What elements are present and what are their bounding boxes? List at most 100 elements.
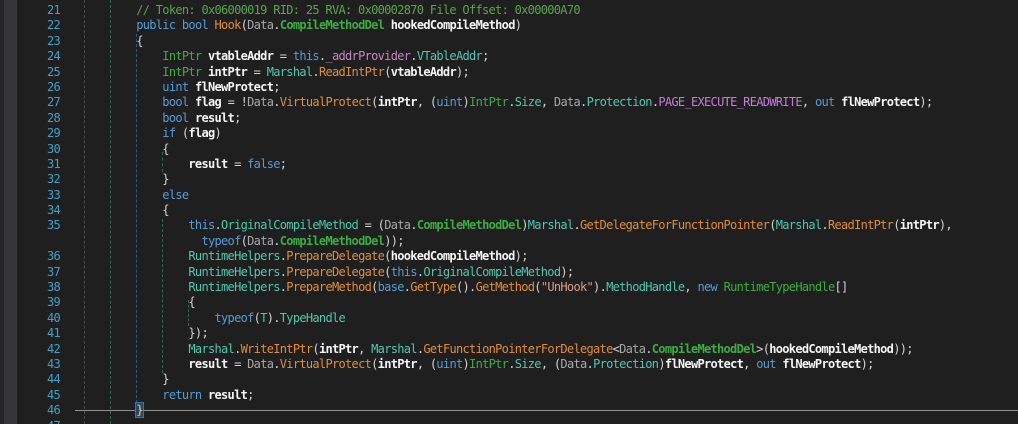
- code-line[interactable]: 21 // Token: 0x06000019 RID: 25 RVA: 0x0…: [0, 3, 1018, 18]
- code-line[interactable]: 35 this.OriginalCompileMethod = (Data.Co…: [0, 218, 1018, 233]
- token-gb: CompileMethodDel: [280, 234, 384, 248]
- code-line[interactable]: 45 return result;: [0, 388, 1018, 403]
- line-number[interactable]: 22: [0, 18, 60, 33]
- line-number[interactable]: 41: [0, 326, 60, 341]
- token-v: hookedCompileMethod: [391, 18, 515, 32]
- line-number[interactable]: 43: [0, 357, 60, 372]
- line-number[interactable]: 32: [0, 172, 60, 187]
- code-line[interactable]: 38 RuntimeHelpers.PrepareMethod(base.Get…: [0, 280, 1018, 295]
- code-line[interactable]: 27 bool flag = !Data.VirtualProtect(intP…: [0, 95, 1018, 110]
- line-number[interactable]: 27: [0, 95, 60, 110]
- token-d: {: [162, 203, 169, 217]
- line-number[interactable]: 39: [0, 295, 60, 310]
- code-line[interactable]: 39 {: [0, 295, 1018, 310]
- token-d: {: [188, 295, 195, 309]
- code-line[interactable]: 24 IntPtr vtableAddr = this._addrProvide…: [0, 49, 1018, 64]
- code-line[interactable]: 47: [0, 419, 1018, 424]
- line-number[interactable]: 24: [0, 49, 60, 64]
- line-number[interactable]: 44: [0, 372, 60, 387]
- token-t: Marshal: [776, 218, 822, 232]
- line-number[interactable]: 37: [0, 265, 60, 280]
- code-line[interactable]: typeof(Data.CompileMethodDel));: [0, 234, 1018, 249]
- code-line[interactable]: 23 {: [0, 34, 1018, 49]
- code-text: bool result;: [60, 111, 241, 126]
- token-gb: CompileMethodDel: [280, 18, 384, 32]
- token-n: Data: [247, 18, 273, 32]
- line-number[interactable]: 40: [0, 311, 60, 326]
- line-number[interactable]: 35: [0, 218, 60, 233]
- token-v: flNewProtect: [841, 95, 919, 109]
- token-n: Data: [619, 342, 645, 356]
- code-line[interactable]: 37 RuntimeHelpers.PrepareDelegate(this.O…: [0, 265, 1018, 280]
- line-number[interactable]: 42: [0, 342, 60, 357]
- token-n: Data: [247, 95, 273, 109]
- token-t: Protection: [593, 357, 658, 371]
- token-k: typeof: [201, 234, 240, 248]
- token-v: intPtr: [378, 95, 417, 109]
- code-text: {: [60, 203, 169, 218]
- code-text: result = Data.VirtualProtect(intPtr, (ui…: [60, 357, 874, 372]
- code-line[interactable]: 29 if (flag): [0, 126, 1018, 141]
- line-number[interactable]: 34: [0, 203, 60, 218]
- line-number[interactable]: 38: [0, 280, 60, 295]
- code-line[interactable]: 40 typeof(T).TypeHandle: [0, 311, 1018, 326]
- line-number[interactable]: 45: [0, 388, 60, 403]
- code-text: IntPtr vtableAddr = this._addrProvider.V…: [60, 49, 489, 64]
- token-t: Marshal: [267, 65, 313, 79]
- token-d: ): [215, 126, 222, 140]
- code-line[interactable]: 43 result = Data.VirtualProtect(intPtr, …: [0, 357, 1018, 372]
- code-line[interactable]: 32 }: [0, 172, 1018, 187]
- code-line[interactable]: 34 {: [0, 203, 1018, 218]
- code-line[interactable]: 42 Marshal.WriteIntPtr(intPtr, Marshal.G…: [0, 342, 1018, 357]
- code-line[interactable]: 26 uint flNewProtect;: [0, 80, 1018, 95]
- line-number[interactable]: 31: [0, 157, 60, 172]
- code-editor: 21 // Token: 0x06000019 RID: 25 RVA: 0x0…: [0, 0, 1018, 424]
- line-number[interactable]: 36: [0, 249, 60, 264]
- line-number[interactable]: 25: [0, 65, 60, 80]
- code-text: RuntimeHelpers.PrepareDelegate(hookedCom…: [60, 249, 528, 264]
- token-d: ));: [893, 342, 913, 356]
- line-number[interactable]: 29: [0, 126, 60, 141]
- token-d: );: [861, 357, 874, 371]
- token-k: out: [756, 357, 776, 371]
- code-text: RuntimeHelpers.PrepareDelegate(this.Orig…: [60, 265, 573, 280]
- line-number[interactable]: 21: [0, 3, 60, 18]
- token-m: VirtualProtect: [280, 357, 371, 371]
- token-d: = (: [358, 218, 384, 232]
- token-v: hookedCompileMethod: [769, 342, 893, 356]
- code-line[interactable]: 44 }: [0, 372, 1018, 387]
- token-gb: CompileMethodDel: [652, 342, 756, 356]
- code-text: }: [60, 403, 143, 418]
- code-area[interactable]: 21 // Token: 0x06000019 RID: 25 RVA: 0x0…: [0, 3, 1018, 424]
- token-v: result: [208, 388, 247, 402]
- token-t: Marshal: [528, 218, 574, 232]
- line-number[interactable]: 30: [0, 142, 60, 157]
- line-number[interactable]: 23: [0, 34, 60, 49]
- code-line[interactable]: 22 public bool Hook(Data.CompileMethodDe…: [0, 18, 1018, 33]
- line-number[interactable]: 28: [0, 111, 60, 126]
- code-line[interactable]: 36 RuntimeHelpers.PrepareDelegate(hooked…: [0, 249, 1018, 264]
- code-line[interactable]: 46 }: [0, 403, 1018, 418]
- code-line[interactable]: 41 });: [0, 326, 1018, 341]
- line-number[interactable]: 46: [0, 403, 60, 418]
- token-d: {: [162, 142, 169, 156]
- code-line[interactable]: 30 {: [0, 142, 1018, 157]
- token-d: ().: [456, 280, 476, 294]
- token-v: hookedCompileMethod: [391, 249, 515, 263]
- code-line[interactable]: 28 bool result;: [0, 111, 1018, 126]
- token-d: ),: [939, 218, 952, 232]
- token-v: flNewProtect: [782, 357, 860, 371]
- line-number[interactable]: 47: [0, 419, 60, 424]
- code-line[interactable]: 31 result = false;: [0, 157, 1018, 172]
- code-line[interactable]: 25 IntPtr intPtr = Marshal.ReadIntPtr(vt…: [0, 65, 1018, 80]
- code-text: public bool Hook(Data.CompileMethodDel h…: [60, 18, 521, 33]
- code-line[interactable]: 33 else: [0, 188, 1018, 203]
- token-v: intPtr: [378, 357, 417, 371]
- token-d: }: [162, 372, 169, 386]
- token-k: public: [136, 18, 175, 32]
- line-number[interactable]: 33: [0, 188, 60, 203]
- token-n: Data: [384, 218, 410, 232]
- token-k: new: [697, 280, 717, 294]
- token-gb: CompileMethodDel: [417, 218, 521, 232]
- line-number[interactable]: 26: [0, 80, 60, 95]
